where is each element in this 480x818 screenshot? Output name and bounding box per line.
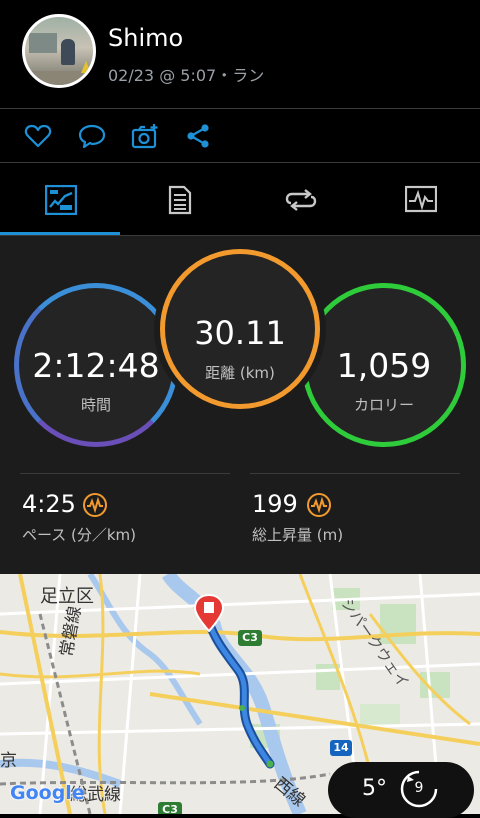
time-value: 2:12:48: [32, 346, 160, 385]
tab-details[interactable]: [120, 165, 240, 235]
calories-label: カロリー: [353, 396, 414, 414]
avatar[interactable]: [22, 14, 96, 88]
tab-laps[interactable]: [240, 165, 360, 235]
wind-speed-value: 9: [414, 780, 424, 796]
temperature-value: 5°: [362, 776, 387, 801]
elevation-graph-icon[interactable]: [306, 492, 332, 518]
pace-label: ペース (分／km): [22, 526, 137, 544]
comment-icon[interactable]: [78, 122, 106, 150]
summary-icon: [45, 185, 77, 215]
calories-ring: 1,059 カロリー: [302, 283, 466, 447]
share-icon[interactable]: [184, 122, 212, 150]
divider: [0, 162, 480, 163]
divider: [20, 473, 230, 474]
weather-badge[interactable]: 5° 9: [328, 762, 474, 818]
elevation-label: 総上昇量 (m): [252, 526, 344, 544]
tab-summary[interactable]: [0, 165, 120, 235]
details-icon: [168, 185, 192, 215]
activity-header: Shimo 02/23 @ 5:07・ラン: [0, 0, 480, 108]
tab-charts[interactable]: [360, 165, 480, 235]
pace-value: 4:25: [22, 490, 76, 518]
distance-ring: 30.11 距離 (km): [160, 249, 320, 409]
elevation-value: 199: [252, 490, 298, 518]
add-photo-icon[interactable]: [131, 122, 159, 150]
social-actions: [0, 110, 480, 162]
divider: [250, 473, 460, 474]
start-pin-icon[interactable]: [193, 594, 225, 632]
map-label-left-edge: 京: [0, 751, 17, 771]
charts-icon: [405, 185, 437, 213]
heart-icon[interactable]: [24, 122, 52, 150]
time-label: 時間: [80, 396, 111, 414]
google-logo: Google: [10, 782, 85, 804]
username[interactable]: Shimo: [108, 24, 183, 52]
divider: [0, 108, 480, 109]
activity-meta: 02/23 @ 5:07・ラン: [108, 66, 265, 85]
activity-tabs: [0, 165, 480, 235]
distance-label: 距離 (km): [205, 364, 275, 382]
pace-graph-icon[interactable]: [82, 492, 108, 518]
route-shield-c3-bottom: C3: [158, 802, 182, 814]
time-ring: 2:12:48 時間: [14, 283, 178, 447]
distance-value: 30.11: [194, 314, 286, 352]
calories-value: 1,059: [336, 346, 432, 385]
route-shield-c3-top: C3: [238, 630, 262, 646]
laps-icon: [285, 189, 317, 211]
route-shield-14: 14: [330, 740, 352, 756]
